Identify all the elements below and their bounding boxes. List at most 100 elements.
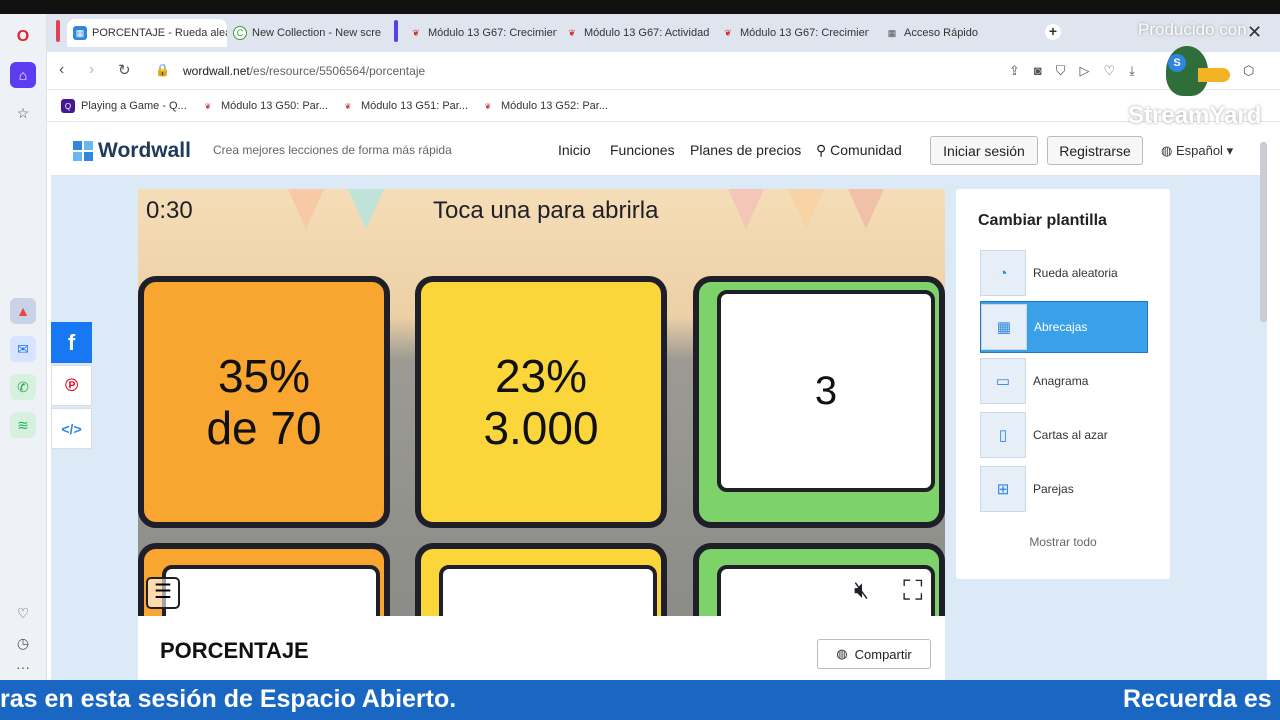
bookmark-label: Playing a Game - Q...	[81, 100, 187, 112]
language-select[interactable]: ◍ Español ▾	[1161, 143, 1233, 159]
wordwall-header: Wordwall Crea mejores lecciones de forma…	[51, 122, 1267, 176]
tab-label: Módulo 13 G67: Crecimien	[428, 27, 557, 39]
ticker-text-right: Recuerda es	[1123, 685, 1272, 713]
tab-label: Módulo 13 G67: Crecimien	[740, 27, 869, 39]
top-strip	[0, 0, 1280, 14]
aria-icon[interactable]: ▲	[10, 298, 36, 324]
template-label: Anagrama	[1033, 374, 1089, 388]
opera-logo-icon[interactable]: O	[10, 24, 36, 50]
bookmark-item[interactable]: ❦ Módulo 13 G51: Par...	[341, 99, 468, 113]
embed-icon[interactable]: </>	[51, 408, 92, 449]
mute-icon[interactable]: 🔇︎	[854, 577, 869, 605]
tab-modulo-1[interactable]: ❦ Módulo 13 G67: Crecimien	[403, 19, 557, 47]
new-tab-button[interactable]: +	[1045, 24, 1061, 40]
template-panel: Cambiar plantilla ◔ Rueda aleatoria ▦ Abre…	[956, 189, 1170, 579]
template-rueda-aleatoria[interactable]: ◔ Rueda aleatoria	[980, 247, 1148, 299]
home-icon[interactable]: ⌂	[10, 62, 36, 88]
pinterest-share-icon[interactable]: ℗	[51, 365, 92, 406]
register-button[interactable]: Registrarse	[1047, 136, 1143, 165]
game-instruction: Toca una para abrirla	[433, 197, 659, 224]
history-icon[interactable]: ◷	[10, 630, 36, 656]
tab-bar: ▦ PORCENTAJE - Rueda alea C New Collection…	[47, 14, 1280, 52]
search-icon: ⚲	[816, 142, 831, 158]
nav-funciones[interactable]: Funciones	[610, 142, 675, 158]
module-favicon-icon: ❦	[412, 27, 420, 38]
bookmark-item[interactable]: ❦ Módulo 13 G50: Par...	[201, 99, 328, 113]
activity-title: PORCENTAJE	[160, 638, 309, 663]
reload-icon[interactable]: ↻	[118, 61, 131, 79]
url-field[interactable]: wordwall.net/es/resource/5506564/porcent…	[183, 64, 425, 78]
anagram-icon: ▭	[980, 358, 1026, 404]
template-parejas[interactable]: ⊞ Parejas	[980, 463, 1148, 515]
box-card-5[interactable]	[415, 543, 667, 616]
tab-group-marker	[56, 20, 60, 42]
module-favicon-icon: ❦	[204, 101, 212, 111]
ticker-text-left: ras en esta sesión de Espacio Abierto.	[0, 685, 457, 713]
nav-comunidad[interactable]: ⚲ Comunidad	[816, 142, 902, 159]
show-all-link[interactable]: Mostrar todo	[956, 535, 1170, 549]
bunting-flag	[848, 189, 884, 229]
scrollbar[interactable]	[1260, 142, 1267, 322]
streamyard-watermark: StreamYard	[1128, 102, 1262, 129]
wordwall-favicon-icon: ▦	[73, 26, 87, 40]
spotify-icon[interactable]: ≋	[10, 412, 36, 438]
bookmarks-star-icon[interactable]: ☆	[10, 100, 36, 126]
heart-icon[interactable]: ♡	[10, 600, 36, 626]
forward-icon[interactable]: ›	[89, 61, 94, 79]
producido-watermark: Producido con	[1138, 20, 1247, 39]
card-text-line2: 3.000	[483, 402, 599, 454]
whatsapp-icon[interactable]: ✆	[10, 374, 36, 400]
activity-title-bar: PORCENTAJE ◍ Compartir	[138, 616, 945, 680]
bookmark-item[interactable]: ❦ Módulo 13 G52: Par...	[481, 99, 608, 113]
facebook-share-icon[interactable]: f	[51, 322, 92, 363]
template-cartas-al-azar[interactable]: ▯ Cartas al azar	[980, 409, 1148, 461]
tab-label: PORCENTAJE - Rueda alea	[92, 27, 227, 39]
address-bar: ‹ › ↻ 🔒 wordwall.net/es/resource/5506564…	[47, 52, 1280, 90]
card-open-panel	[162, 565, 380, 616]
tab-acceso-rapido[interactable]: ▦ Acceso Rápido	[879, 19, 1009, 47]
template-abrecajas[interactable]: ▦ Abrecajas	[980, 301, 1148, 353]
pairs-icon: ⊞	[980, 466, 1026, 512]
messenger-icon[interactable]: ✉	[10, 336, 36, 362]
globe-icon: ◍	[836, 646, 848, 661]
collection-favicon-icon: C	[233, 26, 247, 40]
boxes-icon: ▦	[981, 304, 1027, 350]
login-button[interactable]: Iniciar sesión	[930, 136, 1038, 165]
tab-modulo-2[interactable]: ❦ Módulo 13 G67: Actividad	[559, 19, 713, 47]
box-card-3[interactable]: 3	[693, 276, 945, 528]
tab-porcentaje[interactable]: ▦ PORCENTAJE - Rueda alea	[67, 19, 227, 47]
share-label: Compartir	[854, 646, 912, 662]
game-timer: 0:30	[146, 197, 193, 224]
streamyard-badge-icon: S	[1168, 54, 1186, 72]
wordwall-logo[interactable]: Wordwall	[73, 139, 191, 163]
news-ticker: ras en esta sesión de Espacio Abierto. R…	[0, 680, 1280, 720]
tab-new-collection[interactable]: C New Collection - New scre	[227, 19, 385, 47]
share-button[interactable]: ◍ Compartir	[817, 639, 931, 669]
module-favicon-icon: ❦	[724, 27, 732, 38]
browser-sidebar: O ⌂ ☆ ▲ ✉ ✆ ≋ ♡ ◷ ···	[0, 14, 47, 680]
box-card-1[interactable]: 35% de 70	[138, 276, 390, 528]
wordwall-page: Wordwall Crea mejores lecciones de forma…	[51, 122, 1267, 680]
more-icon[interactable]: ···	[10, 659, 36, 675]
nav-planes[interactable]: Planes de precios	[690, 142, 801, 158]
wordwall-logo-icon	[73, 141, 93, 161]
tab-modulo-3[interactable]: ❦ Módulo 13 G67: Crecimien	[715, 19, 869, 47]
module-favicon-icon: ❦	[344, 101, 352, 111]
bunting-flag	[288, 189, 324, 229]
tab-group-marker	[394, 20, 398, 42]
close-window-icon[interactable]: ✕	[1247, 22, 1262, 43]
bookmark-item[interactable]: Q Playing a Game - Q...	[61, 99, 187, 113]
tab-label: Módulo 13 G67: Actividad	[584, 27, 710, 39]
fullscreen-icon[interactable]: ⛶	[903, 575, 923, 608]
nav-inicio[interactable]: Inicio	[558, 142, 591, 158]
extension-icon[interactable]: ⬡	[1243, 63, 1254, 79]
card-text-line1: 3	[814, 369, 838, 413]
tab-label: New Collection - New scre	[252, 27, 381, 39]
module-favicon-icon: ❦	[568, 27, 576, 38]
card-text-line1: 35%	[217, 350, 311, 402]
box-card-2[interactable]: 23% 3.000	[415, 276, 667, 528]
back-icon[interactable]: ‹	[59, 61, 64, 79]
menu-icon[interactable]: ☰	[146, 577, 180, 609]
template-anagrama[interactable]: ▭ Anagrama	[980, 355, 1148, 407]
address-actions-icons[interactable]: ⇪◙⛉▷♡⤓	[1009, 63, 1149, 79]
